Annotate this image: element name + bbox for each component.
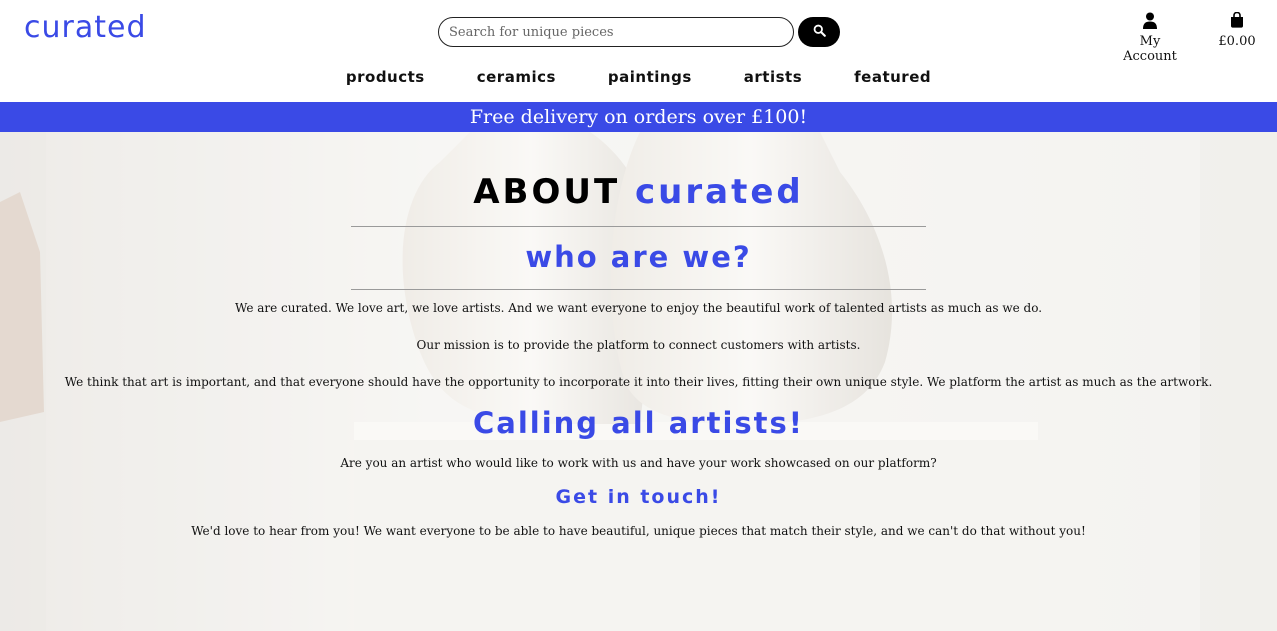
about-paragraph-3: We think that art is important, and that… [64, 375, 1213, 389]
who-are-we-heading: who are we? [525, 240, 752, 274]
closing-paragraph: We'd love to hear from you! We want ever… [191, 524, 1086, 538]
about-paragraph-1: We are curated. We love art, we love art… [234, 301, 1043, 315]
about-title: About curated [0, 172, 1277, 212]
divider-top [351, 226, 926, 227]
artist-question: Are you an artist who would like to work… [340, 456, 937, 470]
nav-item-products[interactable]: Products [346, 68, 425, 90]
about-title-prefix: About [473, 172, 621, 212]
user-icon [1112, 12, 1188, 30]
search-form [438, 17, 840, 47]
shopping-bag-link[interactable]: £0.00 [1214, 11, 1260, 49]
site-logo[interactable]: curated [24, 10, 147, 45]
about-title-brand: curated [635, 172, 804, 212]
nav-item-paintings[interactable]: Paintings [608, 68, 692, 90]
divider-bottom [351, 289, 926, 290]
get-in-touch-link[interactable]: Get in touch! [0, 486, 1277, 508]
nav-item-featured[interactable]: Featured [854, 68, 931, 90]
nav-item-artists[interactable]: Artists [744, 68, 802, 90]
my-account-link[interactable]: My Account [1112, 12, 1188, 64]
search-icon [813, 24, 826, 40]
calling-artists-heading: Calling all artists! [472, 406, 804, 440]
main-nav: Products Ceramics Paintings Artists Feat… [0, 68, 1277, 90]
nav-item-ceramics[interactable]: Ceramics [477, 68, 556, 90]
cart-total: £0.00 [1218, 34, 1256, 49]
about-paragraph-2: Our mission is to provide the platform t… [416, 338, 861, 352]
search-input[interactable] [438, 17, 794, 47]
search-button[interactable] [798, 17, 840, 47]
site-header: curated My Account £0 [0, 0, 1277, 102]
my-account-label: My Account [1123, 34, 1177, 64]
about-section: About curated who are we? We are curated… [0, 132, 1277, 631]
free-delivery-banner: Free delivery on orders over £100! [0, 102, 1277, 132]
shopping-bag-icon [1214, 11, 1260, 30]
